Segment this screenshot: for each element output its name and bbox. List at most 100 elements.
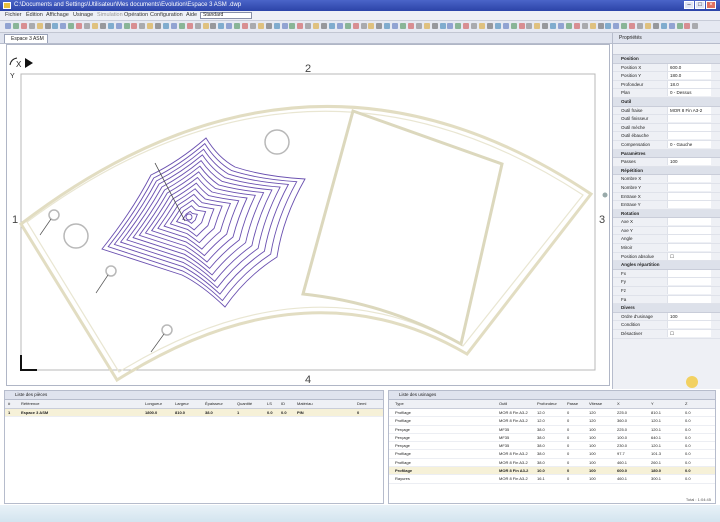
column-header[interactable]: Longueur <box>145 400 162 408</box>
property-value[interactable]: 0 - Gauche <box>667 140 711 148</box>
minimize-button[interactable]: – <box>684 1 694 9</box>
toolbar-button[interactable] <box>36 23 43 29</box>
toolbar-button[interactable] <box>423 23 430 29</box>
property-row[interactable]: Nombre X <box>613 175 720 184</box>
toolbar-button[interactable] <box>257 23 264 29</box>
toolbar-button[interactable] <box>234 23 241 29</box>
toolbar-button[interactable] <box>249 23 256 29</box>
property-row[interactable]: Outil mèche <box>613 123 720 133</box>
property-row[interactable]: Position absolue ☐ <box>613 252 720 262</box>
property-value[interactable] <box>667 123 711 131</box>
toolbar-button[interactable] <box>305 23 312 29</box>
column-header[interactable]: Y <box>651 400 654 408</box>
toolbar-button[interactable] <box>344 23 351 29</box>
toolbar-button[interactable] <box>581 23 588 29</box>
toolbar-button[interactable] <box>147 23 154 29</box>
property-section-header[interactable]: Outil <box>613 97 720 107</box>
property-value[interactable]: 100 <box>667 158 711 166</box>
property-value[interactable] <box>667 175 711 183</box>
menu-machining[interactable]: Usinage <box>73 12 93 18</box>
toolbar-button[interactable] <box>621 23 628 29</box>
table-row[interactable]: Rayures MOR 8 Fin A3-2 16.1 0 100 460.1 300.1 0… <box>389 475 715 484</box>
toolbar-button[interactable] <box>518 23 525 29</box>
menu-configuration[interactable]: Configuration <box>150 12 183 18</box>
column-header[interactable]: X <box>617 400 620 408</box>
toolbar-button[interactable] <box>273 23 280 29</box>
toolbar-button[interactable] <box>186 23 193 29</box>
toolbar-button[interactable] <box>178 23 185 29</box>
table-row[interactable]: Profilage MOR 8 Fin A3-2 38.0 0 100 97.7 101.3… <box>389 450 715 459</box>
toolbar-button[interactable] <box>321 23 327 29</box>
toolbar-button[interactable] <box>502 23 509 29</box>
toolbar-button[interactable] <box>68 23 75 29</box>
hole-large-left[interactable] <box>63 223 89 249</box>
toolbar-button[interactable] <box>479 23 485 29</box>
table-row[interactable]: Perçage MF35 38.0 0 100 100.0 640.1 0.0 <box>389 434 715 443</box>
tab-document[interactable]: Espace 3 ASM <box>4 34 48 43</box>
property-value[interactable] <box>667 226 711 234</box>
toolbar-button[interactable] <box>226 23 233 29</box>
property-value[interactable]: MOR 8 Fin A3-2 <box>667 106 711 114</box>
drawing-svg[interactable]: X Y 2 1 3 4 <box>7 45 610 386</box>
toolbar-button[interactable] <box>52 23 59 29</box>
column-header[interactable]: ID <box>281 400 285 408</box>
property-value[interactable]: 18.0 <box>667 80 711 88</box>
toolbar-button[interactable] <box>170 23 177 29</box>
property-row[interactable]: Axe X <box>613 218 720 227</box>
property-value[interactable]: 100 <box>667 312 711 320</box>
property-row[interactable]: Outil fraise MOR 8 Fin A3-2 <box>613 106 720 116</box>
property-row[interactable]: Outil finisseur <box>613 115 720 124</box>
property-value[interactable] <box>667 321 711 329</box>
property-row[interactable]: Miroir <box>613 244 720 253</box>
toolbar-button[interactable] <box>550 23 557 29</box>
close-button[interactable]: × <box>706 1 716 9</box>
property-value[interactable] <box>667 192 711 200</box>
property-value[interactable] <box>667 269 711 277</box>
toolbar-button[interactable] <box>368 23 375 29</box>
toolbar-button[interactable] <box>328 23 335 29</box>
column-header[interactable]: Vitesse <box>589 400 602 408</box>
property-row[interactable]: Position Y 180.0 <box>613 72 720 81</box>
property-row[interactable]: Compensation 0 - Gauche <box>613 140 720 150</box>
toolbar-button[interactable] <box>668 23 675 29</box>
menu-simulation[interactable]: Simulation <box>97 12 123 18</box>
menu-file[interactable]: Fichier <box>5 12 22 18</box>
status-orb-icon[interactable] <box>686 376 698 388</box>
property-row[interactable]: Condition <box>613 321 720 330</box>
toolbar-button[interactable] <box>194 23 201 29</box>
menu-view[interactable]: Affichage <box>46 12 69 18</box>
property-value[interactable] <box>667 218 711 226</box>
toolbar-button[interactable] <box>60 23 67 29</box>
toolbar-button[interactable] <box>44 23 51 29</box>
hole-large-top[interactable] <box>264 129 290 155</box>
toolbar-button[interactable] <box>534 23 541 29</box>
toolbar-button[interactable] <box>313 23 320 29</box>
property-value[interactable]: ☐ <box>667 330 711 337</box>
property-row[interactable]: Désactiver ☐ <box>613 330 720 339</box>
column-header[interactable]: Z <box>685 400 687 408</box>
toolbar-button[interactable] <box>139 23 146 29</box>
hole-small-2[interactable] <box>105 265 117 277</box>
toolbar-button[interactable] <box>644 23 651 29</box>
toolbar-button[interactable] <box>297 23 304 29</box>
sector-part-inner-contour[interactable] <box>26 110 584 373</box>
toolbar-button[interactable] <box>597 23 604 29</box>
property-row[interactable]: Passes 100 <box>613 158 720 167</box>
hole-small-3[interactable] <box>161 324 173 336</box>
toolbar-button[interactable] <box>336 23 343 29</box>
property-row[interactable]: Plan 0 - Dessus <box>613 89 720 98</box>
property-section-header[interactable]: Angles répartition <box>613 261 720 270</box>
toolbar-button[interactable] <box>637 23 643 29</box>
toolbar-button[interactable] <box>605 23 612 29</box>
toolbar-button[interactable] <box>289 23 296 29</box>
toolbar-button[interactable] <box>510 23 517 29</box>
toolbar-button[interactable] <box>565 23 572 29</box>
toolbar-button[interactable] <box>676 23 683 29</box>
toolbar-button[interactable] <box>494 23 501 29</box>
toolbar-button[interactable] <box>115 23 122 29</box>
property-value[interactable] <box>667 244 711 252</box>
toolbar-button[interactable] <box>629 23 636 29</box>
toolbar-button[interactable] <box>210 23 217 29</box>
column-header[interactable]: Passe <box>567 400 578 408</box>
column-header[interactable]: Matériau <box>297 400 313 408</box>
